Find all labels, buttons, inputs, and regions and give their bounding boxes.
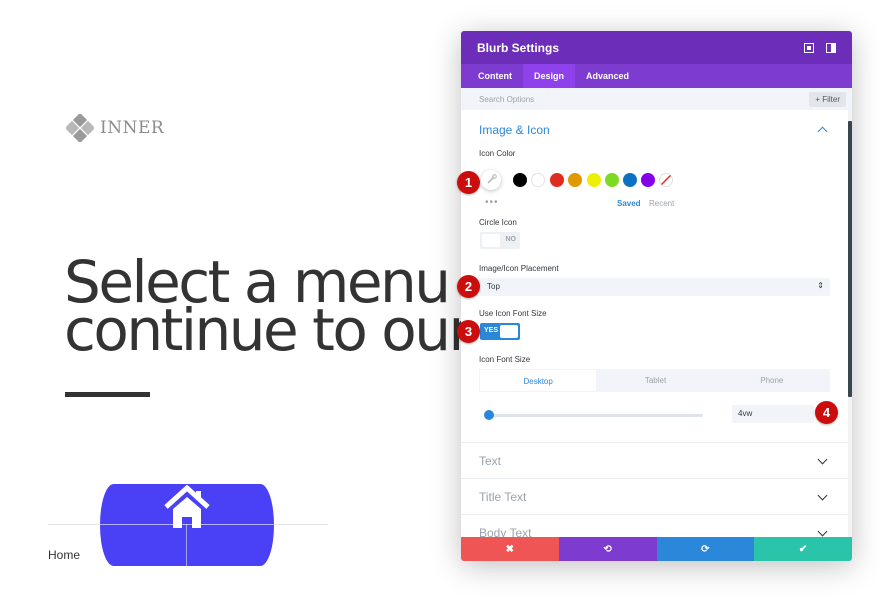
step-badge-1: 1 [457, 171, 480, 194]
swatch-clear-icon[interactable] [659, 173, 673, 187]
toggle-state-text: YES [484, 327, 499, 334]
chevron-down-icon[interactable] [817, 526, 828, 537]
section-divider [461, 478, 848, 479]
swatch-blue[interactable] [623, 173, 637, 187]
icon-color-label: Icon Color [479, 149, 516, 158]
section-title-text-title[interactable]: Title Text [479, 490, 526, 504]
swatch-green[interactable] [605, 173, 619, 187]
swatch-yellow[interactable] [587, 173, 601, 187]
fullscreen-icon[interactable] [804, 42, 814, 53]
chevron-up-icon[interactable] [817, 126, 828, 137]
icon-font-size-label: Icon Font Size [479, 355, 531, 364]
scrollbar-thumb[interactable] [848, 121, 852, 397]
font-size-value: 4vw [738, 409, 753, 418]
swatch-red[interactable] [550, 173, 564, 187]
select-arrows-icon: ⇕ [817, 281, 824, 290]
toggle-knob [500, 325, 518, 338]
saved-colors-tab[interactable]: Saved [617, 199, 641, 208]
use-font-size-label: Use Icon Font Size [479, 309, 547, 318]
search-options-input[interactable]: Search Options [479, 95, 809, 104]
hero-divider [65, 392, 150, 397]
tab-content[interactable]: Content [467, 64, 523, 88]
toggle-knob [482, 234, 500, 247]
use-font-size-toggle[interactable]: YES [480, 323, 520, 340]
font-size-input[interactable]: 4vw [732, 405, 814, 423]
circle-icon-toggle[interactable]: NO [480, 232, 520, 249]
modal-title: Blurb Settings [477, 40, 560, 55]
save-button[interactable]: ✔ [754, 537, 852, 561]
font-size-slider-handle[interactable] [484, 410, 494, 420]
tab-phone[interactable]: Phone [714, 369, 830, 392]
blurb-settings-modal: Blurb Settings Content Design Advanced S… [461, 31, 852, 561]
tab-advanced[interactable]: Advanced [575, 64, 640, 88]
step-badge-3: 3 [457, 320, 480, 343]
tab-design[interactable]: Design [523, 64, 576, 88]
chevron-down-icon[interactable] [817, 490, 828, 501]
swatch-black[interactable] [513, 173, 527, 187]
split-view-icon[interactable] [826, 42, 836, 53]
eyedropper-icon [487, 174, 497, 184]
logo-mark-icon [66, 114, 94, 142]
tab-tablet[interactable]: Tablet [597, 369, 713, 392]
search-options-bar[interactable]: Search Options + Filter [461, 88, 852, 110]
site-logo[interactable]: INNER [66, 114, 164, 142]
home-icon [164, 485, 210, 528]
tab-desktop[interactable]: Desktop [479, 369, 598, 392]
blurb-guide-vertical [186, 524, 187, 566]
section-text-title[interactable]: Text [479, 454, 501, 468]
circle-icon-label: Circle Icon [479, 218, 517, 227]
chevron-down-icon[interactable] [817, 454, 828, 465]
placement-value: Top [487, 282, 500, 291]
logo-text: INNER [100, 118, 165, 138]
settings-body: Image & Icon Icon Color ••• Saved Recent… [461, 110, 848, 540]
step-badge-2: 2 [457, 275, 480, 298]
color-picker-button[interactable] [481, 170, 501, 190]
modal-tabs: Content Design Advanced [461, 64, 852, 88]
toggle-state-text: NO [505, 236, 517, 243]
section-divider [461, 514, 848, 515]
nav-home-link[interactable]: Home [48, 548, 80, 562]
placement-select[interactable]: Top ⇕ [479, 278, 830, 296]
swatch-purple[interactable] [641, 173, 655, 187]
undo-button[interactable]: ⟲ [558, 537, 657, 561]
screen: INNER Select a menu it continue to our w… [0, 0, 880, 601]
recent-colors-tab[interactable]: Recent [649, 199, 674, 208]
device-tabs: Desktop Tablet Phone [479, 369, 830, 392]
swatch-orange[interactable] [568, 173, 582, 187]
section-divider [461, 442, 848, 443]
swatch-white[interactable] [531, 173, 545, 187]
font-size-slider-track[interactable] [489, 414, 703, 417]
filter-button[interactable]: + Filter [809, 91, 846, 107]
redo-button[interactable]: ⟳ [656, 537, 755, 561]
step-badge-4: 4 [815, 401, 838, 424]
modal-header: Blurb Settings [461, 31, 852, 64]
modal-footer: ✖ ⟲ ⟳ ✔ [461, 537, 852, 561]
discard-button[interactable]: ✖ [461, 537, 559, 561]
placement-label: Image/Icon Placement [479, 264, 559, 273]
more-colors-icon[interactable]: ••• [485, 197, 499, 208]
section-image-icon-title[interactable]: Image & Icon [479, 123, 550, 137]
